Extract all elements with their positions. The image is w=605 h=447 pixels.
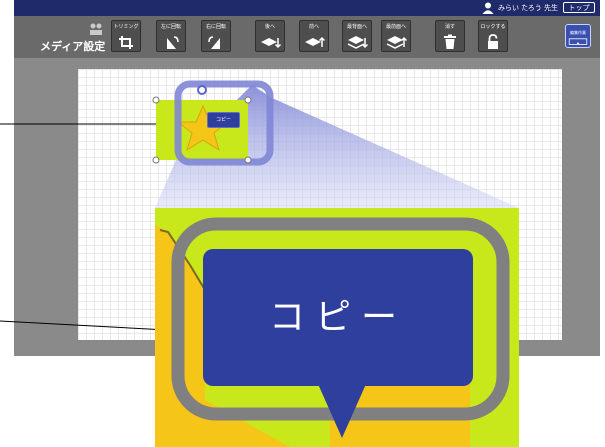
callout-line-bottom bbox=[0, 320, 168, 331]
speech-bubble-zoomed: コピー bbox=[203, 249, 473, 386]
selection-handle-bl[interactable] bbox=[152, 156, 160, 164]
speech-bubble-small[interactable]: コピー bbox=[207, 112, 240, 128]
rotation-handle[interactable] bbox=[197, 85, 207, 95]
selection-handle-br[interactable] bbox=[244, 156, 252, 164]
selection-handle-tl[interactable] bbox=[152, 96, 160, 104]
selection-handle-tr[interactable] bbox=[244, 96, 252, 104]
